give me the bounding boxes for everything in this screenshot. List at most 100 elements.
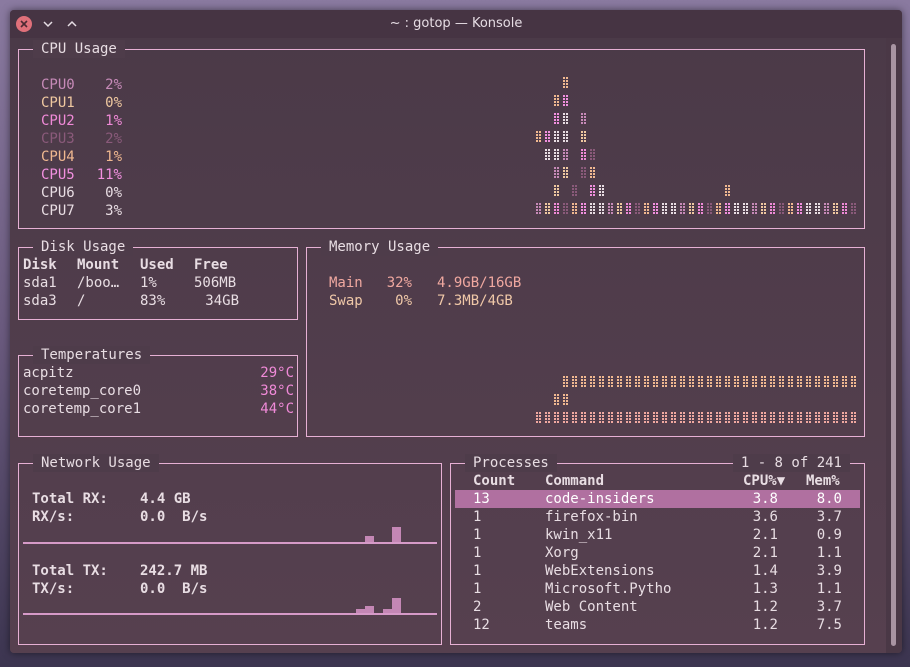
memory-graph-dot	[689, 376, 694, 387]
cpu-graph-dot	[563, 167, 568, 178]
cpu-graph-dot	[797, 203, 802, 214]
memory-graph-dot	[770, 376, 775, 387]
terminal-area[interactable]: CPU Usage CPU0 2% CPU1 0% CPU2 1% CPU3 2% CPU4 1%…	[10, 38, 886, 653]
cpu-graph-dot	[743, 203, 748, 214]
memory-graph-dot	[572, 376, 577, 387]
memory-graph-dot	[734, 412, 739, 423]
cpu-graph-dot	[590, 167, 595, 178]
disk-usage-panel: Disk Usage Disk Mount Used Free sda1 /bo…	[18, 238, 298, 320]
process-mem: 3.9	[816, 563, 842, 579]
memory-graph-dot	[536, 412, 541, 423]
cpu-graph-dot	[581, 203, 586, 214]
memory-graph-dot	[581, 376, 586, 387]
memory-graph-dot	[806, 412, 811, 423]
process-cpu: 2.1	[752, 527, 778, 543]
memory-graph-dot	[563, 412, 568, 423]
temperatures-panel: Temperatures acpitz 29°C coretemp_core0 …	[18, 346, 298, 437]
process-row[interactable]: 12 teams 1.2 7.5	[455, 616, 860, 634]
memory-graph-dot	[644, 376, 649, 387]
cpu-graph-dot	[752, 203, 757, 214]
cpu-graph-dot	[653, 203, 658, 214]
temp-sensor-value: 44°C	[260, 401, 294, 417]
cpu-graph-dot	[644, 203, 649, 214]
memory-graph-dot	[716, 376, 721, 387]
cpu-graph-dot	[617, 203, 622, 214]
memory-graph-dot	[653, 376, 658, 387]
process-row[interactable]: 1 Xorg 2.1 1.1	[455, 544, 860, 562]
proc-header-count[interactable]: Count	[473, 472, 515, 490]
cpu-core-value: 0%	[105, 95, 122, 111]
cpu-graph	[536, 77, 856, 214]
cpu-graph-dot	[608, 203, 613, 214]
memory-graph-dot	[788, 412, 793, 423]
cpu-graph-dot	[671, 203, 676, 214]
temp-sensor-value: 38°C	[260, 383, 294, 399]
memory-graph-dot	[743, 412, 748, 423]
process-mem: 7.5	[816, 617, 842, 633]
memory-graph-dot	[671, 376, 676, 387]
memory-main-percent: 32%	[386, 275, 412, 291]
cpu-graph-dot	[563, 113, 568, 124]
memory-graph-dot	[644, 412, 649, 423]
memory-main-amount: 4.9GB/16GB	[437, 275, 522, 291]
cpu-graph-dot	[716, 203, 721, 214]
disk-cell: sda3	[23, 293, 57, 309]
cpu-graph-dot	[554, 167, 559, 178]
memory-graph-dot	[617, 376, 622, 387]
process-mem: 0.9	[816, 527, 842, 543]
process-row[interactable]: 13 code-insiders 3.8 8.0	[455, 490, 860, 508]
network-usage-panel: Network Usage Total RX: 4.4 GB RX/s: 0.0…	[18, 454, 442, 645]
memory-graph-dot	[833, 376, 838, 387]
scrollbar-thumb[interactable]	[891, 44, 896, 646]
process-row[interactable]: 1 Microsoft.Pytho 1.3 1.1	[455, 580, 860, 598]
cpu-graph-dot	[851, 203, 856, 214]
memory-graph-dot	[734, 376, 739, 387]
cpu-core-value: 11%	[96, 167, 122, 183]
cpu-core-name: CPU1	[41, 95, 75, 111]
temp-sensor-name: coretemp_core0	[23, 383, 142, 399]
memory-usage-panel: Memory Usage Main 32% 4.9GB/16GB Swap 0%…	[306, 238, 865, 437]
disk-cell: /boo…	[77, 275, 120, 291]
proc-header-cpu[interactable]: CPU%▼	[743, 472, 785, 490]
memory-graph-dot	[608, 412, 613, 423]
process-row[interactable]: 2 Web Content 1.2 3.7	[455, 598, 860, 616]
memory-graph-dot	[680, 376, 685, 387]
cpu-graph-dot	[572, 185, 577, 196]
cpu-graph-dot	[581, 131, 586, 142]
memory-graph-dot	[842, 412, 847, 423]
cpu-graph-dot	[554, 203, 559, 214]
process-cpu: 1.2	[752, 617, 778, 633]
proc-header-mem[interactable]: Mem%	[806, 472, 840, 490]
cpu-graph-dot	[734, 203, 739, 214]
process-cpu: 3.8	[752, 491, 778, 507]
memory-graph-dot	[689, 412, 694, 423]
process-command: Xorg	[545, 545, 579, 561]
memory-graph-dot	[725, 376, 730, 387]
memory-graph-dot	[851, 376, 856, 387]
memory-graph-dot	[815, 376, 820, 387]
cpu-graph-dot	[536, 131, 541, 142]
memory-graph-dot	[851, 412, 856, 423]
memory-graph-dot	[761, 412, 766, 423]
cpu-graph-dot	[581, 167, 586, 178]
memory-graph-dot	[716, 412, 721, 423]
process-mem: 3.7	[816, 509, 842, 525]
process-row[interactable]: 1 WebExtensions 1.4 3.9	[455, 562, 860, 580]
memory-graph-dot	[752, 376, 757, 387]
process-mem: 8.0	[816, 491, 842, 507]
temperatures-title: Temperatures	[33, 346, 151, 364]
disk-cell: 506MB	[194, 275, 237, 291]
memory-graph-dot	[617, 412, 622, 423]
tx-spark-bar	[365, 606, 374, 613]
proc-header-command[interactable]: Command	[545, 472, 604, 490]
memory-swap-amount: 7.3MB/4GB	[437, 293, 513, 309]
memory-graph-dot	[545, 412, 550, 423]
cpu-graph-dot	[815, 203, 820, 214]
scrollbar[interactable]	[886, 38, 902, 653]
memory-graph-dot	[707, 412, 712, 423]
cpu-graph-dot	[698, 203, 703, 214]
process-row[interactable]: 1 firefox-bin 3.6 3.7	[455, 508, 860, 526]
cpu-graph-dot	[536, 203, 541, 214]
process-row[interactable]: 1 kwin_x11 2.1 0.9	[455, 526, 860, 544]
memory-graph-dot	[788, 376, 793, 387]
